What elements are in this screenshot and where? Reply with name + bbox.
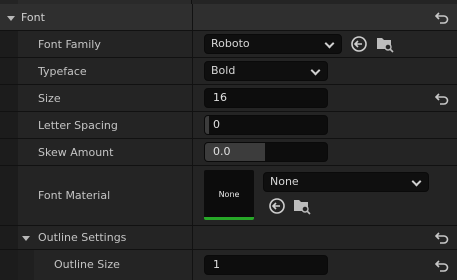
size-value: 16 (213, 91, 227, 104)
size-input[interactable]: 16 (204, 88, 328, 108)
skew-amount-slider[interactable]: 0.0 (204, 142, 328, 162)
reset-to-default-icon[interactable] (435, 93, 449, 105)
chevron-down-icon (324, 38, 335, 49)
skew-amount-value: 0.0 (213, 145, 231, 158)
use-selected-asset-icon[interactable] (350, 35, 368, 53)
browse-asset-icon[interactable] (293, 197, 311, 215)
chevron-down-icon (411, 176, 422, 187)
outline-size-value: 1 (213, 258, 220, 271)
letter-spacing-row: Letter Spacing 0 (0, 112, 457, 139)
use-selected-asset-icon[interactable] (268, 197, 286, 215)
chevron-down-icon (310, 65, 321, 76)
expand-arrow-icon[interactable] (7, 16, 15, 21)
typeface-value: Bold (211, 64, 236, 77)
outline-settings-label: Outline Settings (38, 231, 127, 244)
font-family-value: Roboto (211, 37, 250, 50)
font-category-header[interactable]: Font (0, 4, 457, 31)
typeface-combo[interactable]: Bold (204, 61, 328, 81)
outline-size-row: Outline Size 1 (0, 250, 457, 280)
letter-spacing-slider[interactable]: 0 (204, 115, 328, 135)
font-family-label: Font Family (38, 38, 101, 51)
thumbnail-label: None (218, 190, 240, 199)
browse-asset-icon[interactable] (376, 35, 394, 53)
font-family-combo[interactable]: Roboto (204, 34, 342, 54)
slider-fill (205, 116, 209, 134)
column-divider (192, 4, 193, 30)
font-material-combo[interactable]: None (263, 172, 429, 192)
skew-amount-label: Skew Amount (38, 146, 114, 159)
expand-arrow-icon[interactable] (22, 236, 30, 241)
reset-to-default-icon[interactable] (435, 260, 449, 272)
category-label: Font (21, 11, 45, 24)
outline-size-label: Outline Size (54, 258, 120, 271)
outline-size-input[interactable]: 1 (204, 255, 328, 275)
outline-settings-row[interactable]: Outline Settings (0, 226, 457, 250)
skew-amount-row: Skew Amount 0.0 (0, 139, 457, 166)
font-material-label: Font Material (38, 189, 111, 202)
letter-spacing-value: 0 (213, 118, 220, 131)
reset-to-default-icon[interactable] (435, 232, 449, 244)
letter-spacing-label: Letter Spacing (38, 119, 118, 132)
font-family-row: Font Family Roboto (0, 31, 457, 58)
size-label: Size (38, 92, 61, 105)
size-row: Size 16 (0, 85, 457, 112)
details-panel: Font Font Family Roboto Typeface Bold Si… (0, 0, 457, 280)
reset-to-default-icon[interactable] (435, 12, 449, 24)
typeface-row: Typeface Bold (0, 58, 457, 85)
font-material-value: None (270, 175, 299, 188)
typeface-label: Typeface (38, 65, 87, 78)
material-thumbnail[interactable]: None (204, 170, 254, 220)
